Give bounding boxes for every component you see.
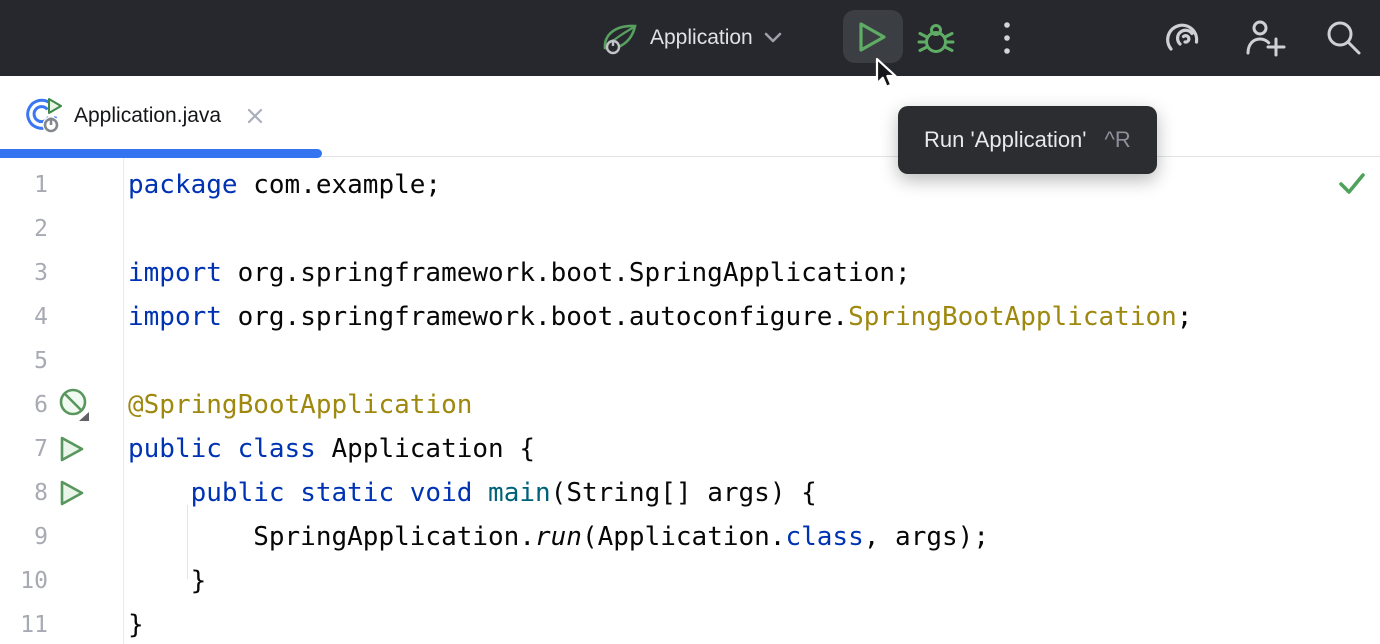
code-token: (Application.: [582, 522, 786, 552]
add-user-icon: [1243, 17, 1287, 59]
code-token: SpringApplication.: [128, 522, 535, 552]
code-editor[interactable]: 1 package com.example; 2 3 import org.spring…: [0, 157, 1380, 644]
code-line[interactable]: 2: [0, 207, 1380, 251]
gutter-spacer: [48, 207, 123, 251]
gutter-spacer: [48, 251, 123, 295]
code-token: org.springframework.boot.SpringApplicati…: [222, 258, 911, 288]
chevron-down-icon: [763, 31, 783, 45]
code-line[interactable]: 4 import org.springframework.boot.autocon…: [0, 295, 1380, 339]
code-line[interactable]: 8 public static void main(String[] args)…: [0, 471, 1380, 515]
ai-assistant-button[interactable]: [1160, 0, 1204, 76]
code-token: [128, 478, 191, 508]
code-token: [472, 478, 488, 508]
editor-tab-bar: Application.java: [0, 76, 1380, 157]
spring-boot-class-icon: [24, 97, 62, 135]
code-token: public static void: [191, 478, 473, 508]
code-line[interactable]: 6 @SpringBootApplication: [0, 383, 1380, 427]
code-line[interactable]: 3 import org.springframework.boot.SpringA…: [0, 251, 1380, 295]
code-with-me-button[interactable]: [1242, 0, 1288, 76]
line-number: 4: [0, 304, 48, 330]
code-text: @SpringBootApplication: [123, 390, 472, 420]
code-text: import org.springframework.boot.SpringAp…: [123, 258, 911, 288]
toolbar-more-button[interactable]: [994, 0, 1020, 76]
code-token: class: [785, 522, 863, 552]
code-token: (String[] args) {: [551, 478, 817, 508]
code-token: Application {: [316, 434, 535, 464]
gutter-spacer: [48, 603, 123, 644]
line-number: 1: [0, 172, 48, 198]
code-token: org.springframework.boot.autoconfigure.: [222, 302, 848, 332]
code-token: import: [128, 302, 222, 332]
ide-window: Application: [0, 0, 1380, 644]
run-tooltip: Run 'Application' ^R: [898, 106, 1157, 174]
code-token: ;: [1177, 302, 1193, 332]
code-text: SpringApplication.run(Application.class,…: [123, 522, 989, 552]
run-gutter-icon[interactable]: [48, 427, 123, 471]
code-token: public class: [128, 434, 316, 464]
line-number: 7: [0, 436, 48, 462]
code-token: main: [488, 478, 551, 508]
line-number: 3: [0, 260, 48, 286]
code-token: }: [128, 610, 144, 640]
gutter-spacer: [48, 559, 123, 603]
tab-application-java[interactable]: Application.java: [24, 76, 265, 156]
line-number: 2: [0, 216, 48, 242]
code-token: com.example;: [238, 170, 442, 200]
code-token: import: [128, 258, 222, 288]
ai-swirl-icon: [1162, 18, 1202, 58]
code-line[interactable]: 10 }: [0, 559, 1380, 603]
code-line[interactable]: 7 public class Application {: [0, 427, 1380, 471]
code-text: }: [123, 566, 206, 596]
search-icon: [1324, 18, 1364, 58]
code-token: }: [128, 566, 206, 596]
code-line[interactable]: 11}: [0, 603, 1380, 644]
mouse-cursor: [870, 56, 898, 92]
code-text: import org.springframework.boot.autoconf…: [123, 302, 1192, 332]
line-number: 8: [0, 480, 48, 506]
gutter-spacer: [48, 295, 123, 339]
checkmark-icon[interactable]: [1338, 171, 1366, 197]
kebab-menu-icon: [1002, 19, 1012, 57]
tooltip-shortcut: ^R: [1105, 127, 1131, 153]
line-number: 5: [0, 348, 48, 374]
gutter-spacer: [48, 163, 123, 207]
code-text: public class Application {: [123, 434, 535, 464]
spring-bean-gutter-icon[interactable]: [48, 383, 123, 427]
gutter-spacer: [48, 339, 123, 383]
spring-leaf-icon: [600, 18, 640, 58]
debug-bug-icon: [916, 18, 956, 58]
run-configuration-selector[interactable]: Application: [600, 0, 783, 76]
code-text: package com.example;: [123, 170, 441, 200]
close-icon[interactable]: [245, 106, 265, 126]
run-gutter-icon[interactable]: [48, 471, 123, 515]
code-text: public static void main(String[] args) {: [123, 478, 817, 508]
line-number: 9: [0, 524, 48, 550]
code-line[interactable]: 9 SpringApplication.run(Application.clas…: [0, 515, 1380, 559]
code-text: }: [123, 610, 144, 640]
tab-label: Application.java: [74, 104, 221, 128]
line-number: 10: [0, 568, 48, 594]
tooltip-label: Run 'Application': [924, 127, 1087, 153]
code-token: @SpringBootApplication: [128, 390, 472, 420]
code-area: 1 package com.example; 2 3 import org.spring…: [0, 163, 1380, 644]
line-number: 6: [0, 392, 48, 418]
code-line[interactable]: 5: [0, 339, 1380, 383]
line-number: 11: [0, 612, 48, 638]
gutter-spacer: [48, 515, 123, 559]
run-config-label: Application: [650, 26, 753, 50]
code-token: , args);: [864, 522, 989, 552]
tab-progress-bar: [0, 149, 322, 158]
debug-button[interactable]: [914, 0, 958, 76]
main-toolbar: Application: [0, 0, 1380, 76]
search-button[interactable]: [1322, 0, 1366, 76]
code-token: SpringBootApplication: [848, 302, 1177, 332]
code-line[interactable]: 1 package com.example;: [0, 163, 1380, 207]
code-token: package: [128, 170, 238, 200]
code-token: run: [535, 522, 582, 552]
